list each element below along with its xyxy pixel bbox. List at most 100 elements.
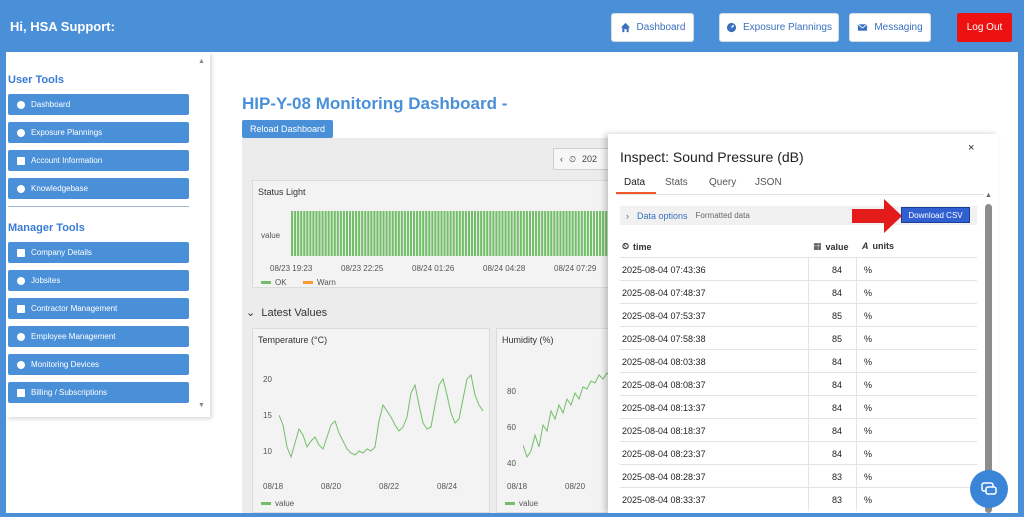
chevron-left-icon[interactable]: ‹ [560, 154, 563, 164]
column-divider [856, 419, 857, 442]
cell-value: 84 [832, 380, 843, 390]
chevron-right-icon: › [626, 210, 629, 221]
column-divider [808, 327, 809, 350]
sidebar-item-contractor-management[interactable]: Contractor Management [8, 298, 189, 319]
cell-unit: % [864, 357, 873, 367]
sidebar-item-knowledgebase[interactable]: Knowledgebase [8, 178, 189, 199]
grafana-embed: ‹ ⏲ 202 Status Light value 08/23 19:23 0… [242, 138, 633, 513]
manager-tools-title: Manager Tools [8, 222, 85, 234]
column-divider [856, 258, 857, 281]
drawer-scrollbar[interactable] [985, 204, 992, 513]
legend-ok[interactable]: OK [261, 278, 287, 287]
nav-dashboard-button[interactable]: Dashboard [611, 13, 694, 42]
status-bar [495, 211, 498, 256]
sidebar-item-label: Company Details [31, 248, 92, 257]
credit-card-icon [17, 388, 25, 397]
sidebar-item-employee-management[interactable]: Employee Management [8, 326, 189, 347]
cell-value: 85 [832, 311, 843, 321]
sidebar-item-monitoring-devices[interactable]: Monitoring Devices [8, 354, 189, 375]
column-value[interactable]: ▦ value [813, 241, 849, 252]
column-units[interactable]: Aunits [862, 241, 894, 251]
cell-unit: % [864, 380, 873, 390]
status-bar [538, 211, 541, 256]
status-bar [315, 211, 318, 256]
tab-query[interactable]: Query [709, 177, 736, 188]
chat-button[interactable] [970, 470, 1008, 508]
close-icon[interactable]: × [968, 142, 974, 154]
download-csv-button[interactable]: Download CSV [901, 207, 970, 223]
status-bar [376, 211, 379, 256]
status-bar [544, 211, 547, 256]
status-bar [394, 211, 397, 256]
cell-time: 2025-08-04 08:13:37 [622, 403, 706, 413]
status-bar [446, 211, 449, 256]
status-bar [330, 211, 333, 256]
sidebar-item-account-information[interactable]: Account Information [8, 150, 189, 171]
cell-value: 84 [832, 288, 843, 298]
panel-title: Status Light [258, 187, 306, 197]
users-icon [17, 332, 25, 341]
status-bar [443, 211, 446, 256]
legend-value[interactable]: value [261, 499, 294, 508]
sidebar-scroll-up-icon[interactable]: ▲ [198, 58, 205, 65]
cell-time: 2025-08-04 08:03:38 [622, 357, 706, 367]
sidebar-item-dashboard[interactable]: Dashboard [8, 94, 189, 115]
page-title: HIP-Y-08 Monitoring Dashboard - [242, 94, 508, 113]
table-header: ⏲ time ▦ value Aunits [620, 237, 977, 255]
x-tick: 08/23 22:25 [341, 264, 384, 273]
envelope-icon [857, 23, 868, 31]
x-tick: 08/20 [565, 482, 586, 491]
status-bar [400, 211, 403, 256]
column-time[interactable]: ⏲ time [622, 241, 652, 252]
tab-stats[interactable]: Stats [665, 177, 688, 188]
time-range-text: 202 [582, 154, 598, 164]
status-bar [556, 211, 559, 256]
reload-dashboard-button[interactable]: Reload Dashboard [242, 120, 333, 138]
home-icon [620, 22, 630, 33]
nav-exposure-button[interactable]: Exposure Plannings [719, 13, 839, 42]
status-bar [309, 211, 312, 256]
column-divider [856, 373, 857, 396]
status-bar [425, 211, 428, 256]
status-bar [528, 211, 531, 256]
data-options-link[interactable]: Data options [637, 211, 688, 221]
sidebar-item-jobsites[interactable]: Jobsites [8, 270, 189, 291]
tab-data[interactable]: Data [624, 177, 645, 188]
latest-values-row[interactable]: ⌄ Latest Values [246, 306, 327, 319]
user-icon [17, 156, 25, 165]
sidebar-item-billing-subscriptions[interactable]: Billing / Subscriptions [8, 382, 189, 403]
legend-warn[interactable]: Warn [303, 278, 336, 287]
status-bar [364, 211, 367, 256]
sidebar-item-label: Dashboard [31, 100, 71, 109]
status-bar [367, 211, 370, 256]
status-bar [437, 211, 440, 256]
x-tick: 08/22 [379, 482, 400, 491]
x-tick: 08/23 19:23 [270, 264, 313, 273]
cell-value: 83 [832, 495, 843, 505]
status-bar [513, 211, 516, 256]
map-pin-icon [17, 276, 25, 285]
status-bar [571, 211, 574, 256]
tabs-divider [616, 194, 984, 195]
temperature-panel: Temperature (°C) 20 15 10 08/18 08/20 08… [252, 328, 490, 513]
drawer-scroll-up-icon[interactable]: ▲ [985, 192, 992, 199]
column-divider [856, 465, 857, 488]
sidebar-scroll-down-icon[interactable]: ▼ [198, 402, 205, 409]
status-bar [562, 211, 565, 256]
sidebar-item-exposure-plannings[interactable]: Exposure Plannings [8, 122, 189, 143]
status-bar [535, 211, 538, 256]
sidebar-item-company-details[interactable]: Company Details [8, 242, 189, 263]
cell-time: 2025-08-04 08:23:37 [622, 449, 706, 459]
status-bar [565, 211, 568, 256]
inspect-title: Inspect: Sound Pressure (dB) [620, 149, 804, 165]
tab-json[interactable]: JSON [755, 177, 782, 188]
logout-button[interactable]: Log Out [957, 13, 1012, 42]
nav-messaging-button[interactable]: Messaging [849, 13, 931, 42]
status-bar [291, 211, 294, 256]
legend-value[interactable]: value [505, 499, 538, 508]
content-frame: ▲ ▼ User Tools Dashboard Exposure Planni… [6, 52, 1018, 513]
table-row: 2025-08-04 07:53:37 85% [620, 303, 977, 327]
sidebar-item-label: Exposure Plannings [31, 128, 103, 137]
sidebar-item-label: Monitoring Devices [31, 360, 100, 369]
status-bar [379, 211, 382, 256]
